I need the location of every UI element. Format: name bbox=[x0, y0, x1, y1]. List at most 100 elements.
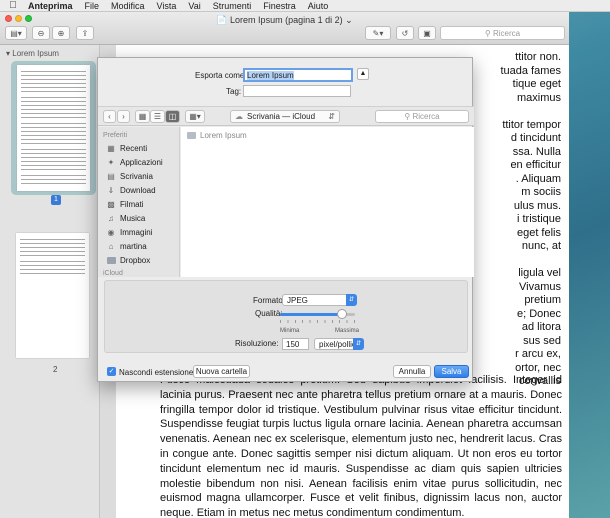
format-value: JPEG bbox=[287, 295, 308, 305]
sidebar-item-filmati[interactable]: ▩ Filmati bbox=[106, 198, 179, 210]
updown-chevron-icon: ⇵ bbox=[346, 294, 357, 306]
sidebar-item-label: Dropbox bbox=[120, 255, 151, 265]
export-options-panel: Formato: JPEG ⇵ Qualità: Minima Massima … bbox=[104, 280, 468, 353]
file-item-label: Lorem Ipsum bbox=[200, 131, 247, 140]
search-field[interactable]: ⚲ Ricerca bbox=[440, 26, 565, 40]
search-placeholder: Ricerca bbox=[492, 28, 521, 38]
quality-slider[interactable] bbox=[280, 309, 355, 319]
sidebar-item-dropbox[interactable]: Dropbox bbox=[106, 254, 179, 266]
grid-icon: ▦ bbox=[138, 112, 147, 121]
markup-button[interactable]: ✎▾ bbox=[365, 26, 391, 40]
resolution-unit-select[interactable]: pixel/pollici ⇵ bbox=[314, 338, 364, 350]
sheet-bottom-bar: ✓ Nascondi estensione Nuova cartella Ann… bbox=[98, 358, 474, 382]
document-icon: 📄 bbox=[216, 15, 228, 25]
back-button[interactable]: ‹ bbox=[103, 110, 116, 123]
export-as-label: Esporta come: bbox=[195, 71, 247, 80]
column-view-button[interactable]: ◫ bbox=[165, 110, 180, 123]
thumbnail-sidebar: ▾ Lorem Ipsum 1 2 bbox=[0, 45, 100, 518]
desktop-icon: ▤ bbox=[107, 171, 115, 181]
disclosure-triangle-icon[interactable]: ▾ bbox=[6, 49, 10, 58]
quality-slider-knob[interactable] bbox=[336, 309, 347, 319]
sidebar-item-label: Immagini bbox=[120, 227, 153, 237]
page-number-1: 1 bbox=[51, 195, 61, 205]
menu-edit[interactable]: Modifica bbox=[111, 1, 145, 11]
chevron-up-icon: ▲ bbox=[359, 70, 367, 77]
sidebar-item-immagini[interactable]: ◉ Immagini bbox=[106, 226, 179, 238]
hide-extension-checkbox[interactable]: ✓ bbox=[107, 367, 116, 376]
file-search-field[interactable]: ⚲ Ricerca bbox=[375, 110, 469, 123]
apple-menu-icon[interactable]:  bbox=[8, 0, 18, 11]
file-search-placeholder: Ricerca bbox=[412, 112, 440, 121]
page-thumbnail-1-selected[interactable] bbox=[11, 61, 96, 195]
menu-app-name[interactable]: Anteprima bbox=[28, 1, 73, 11]
sidebar-item-label: Download bbox=[120, 185, 156, 195]
export-sheet: Esporta come: Lorem Ipsum ▲ Tag: ‹ › ▦ ☰… bbox=[97, 57, 474, 382]
title-bar: 📄 Lorem Ipsum (pagina 1 di 2) ⌄ ▤▾ ⊖ ⊕ ⇪… bbox=[0, 12, 569, 45]
format-select[interactable]: JPEG ⇵ bbox=[282, 294, 357, 306]
file-item[interactable]: Lorem Ipsum bbox=[187, 131, 247, 140]
zoom-out-icon: ⊖ bbox=[37, 28, 45, 38]
export-name-field[interactable]: Lorem Ipsum bbox=[243, 68, 353, 82]
sidebar-toggle-button[interactable]: ▤▾ bbox=[5, 26, 27, 40]
list-view-button[interactable]: ☰ bbox=[150, 110, 165, 123]
sidebar-item-musica[interactable]: ♫ Musica bbox=[106, 212, 179, 224]
window-title: 📄 Lorem Ipsum (pagina 1 di 2) ⌄ bbox=[0, 15, 569, 26]
menu-file[interactable]: File bbox=[85, 1, 100, 11]
new-folder-button[interactable]: Nuova cartella bbox=[193, 365, 250, 378]
zoom-out-button[interactable]: ⊖ bbox=[32, 26, 50, 40]
sidebar-item-download[interactable]: ⇓ Download bbox=[106, 184, 179, 196]
pen-icon: ✎▾ bbox=[372, 28, 384, 38]
cancel-button[interactable]: Annulla bbox=[393, 365, 431, 378]
sidebar-title-text: Lorem Ipsum bbox=[12, 49, 59, 58]
save-button[interactable]: Salva bbox=[434, 365, 469, 378]
sidebar-item-scrivania[interactable]: ▤ Scrivania bbox=[106, 170, 179, 182]
resolution-label: Risoluzione: bbox=[235, 339, 279, 348]
list-icon: ☰ bbox=[153, 112, 162, 121]
menu-go[interactable]: Vai bbox=[188, 1, 200, 11]
quality-slider-fill bbox=[280, 313, 342, 316]
expand-dialog-button[interactable]: ▲ bbox=[357, 68, 369, 80]
file-column: Lorem Ipsum bbox=[181, 127, 474, 277]
format-label: Formato: bbox=[253, 296, 286, 305]
menu-help[interactable]: Aiuto bbox=[308, 1, 329, 11]
chevron-left-icon: ‹ bbox=[108, 112, 111, 121]
cloud-icon: ☁ bbox=[235, 112, 243, 121]
gallery-icon: ▦▾ bbox=[189, 112, 201, 121]
sidebar-item-label: Recenti bbox=[120, 143, 148, 153]
sidebar-item-label: martina bbox=[120, 241, 147, 251]
home-icon: ⌂ bbox=[108, 241, 114, 251]
document-icon bbox=[187, 132, 196, 139]
share-icon: ⇪ bbox=[81, 28, 89, 38]
rotate-button[interactable]: ↺ bbox=[396, 26, 414, 40]
share-button[interactable]: ⇪ bbox=[76, 26, 94, 40]
chevron-right-icon: › bbox=[122, 112, 125, 121]
preview-window: 📄 Lorem Ipsum (pagina 1 di 2) ⌄ ▤▾ ⊖ ⊕ ⇪… bbox=[0, 12, 569, 518]
quality-max-label: Massima bbox=[335, 328, 360, 334]
resolution-field[interactable]: 150 bbox=[282, 338, 309, 350]
location-popup[interactable]: ☁ Scrivania — iCloud ⇵ bbox=[230, 110, 340, 123]
toolbox-button[interactable]: ▣ bbox=[418, 26, 436, 40]
sidebar-item-label: Filmati bbox=[120, 199, 144, 209]
sidebar-item-applicazioni[interactable]: ✦ Applicazioni bbox=[106, 156, 179, 168]
menu-tools[interactable]: Strumenti bbox=[213, 1, 252, 11]
sidebar-item-recenti[interactable]: ▦ Recenti bbox=[106, 142, 179, 154]
applications-icon: ✦ bbox=[107, 157, 115, 167]
zoom-in-button[interactable]: ⊕ bbox=[52, 26, 70, 40]
export-name-value: Lorem Ipsum bbox=[247, 71, 294, 80]
clock-icon: ▦ bbox=[107, 143, 115, 153]
chevron-down-icon[interactable]: ⌄ bbox=[345, 15, 353, 25]
page-thumbnail-2[interactable] bbox=[16, 233, 89, 358]
forward-button[interactable]: › bbox=[117, 110, 130, 123]
icon-view-button[interactable]: ▦ bbox=[135, 110, 150, 123]
menu-window[interactable]: Finestra bbox=[263, 1, 296, 11]
document-paragraph: Fusce malesuada sodales pretium. Sed dap… bbox=[160, 374, 562, 518]
page-number-2: 2 bbox=[53, 365, 58, 374]
search-icon: ⚲ bbox=[404, 112, 413, 121]
sidebar-item-label: Scrivania bbox=[120, 171, 153, 181]
sidebar-item-martina[interactable]: ⌂ martina bbox=[106, 240, 179, 252]
sidebar-document-title[interactable]: ▾ Lorem Ipsum bbox=[6, 49, 59, 58]
checkmark-icon: ✓ bbox=[108, 368, 115, 375]
group-view-button[interactable]: ▦▾ bbox=[185, 110, 205, 123]
menu-view[interactable]: Vista bbox=[157, 1, 177, 11]
tag-field[interactable] bbox=[243, 85, 351, 97]
